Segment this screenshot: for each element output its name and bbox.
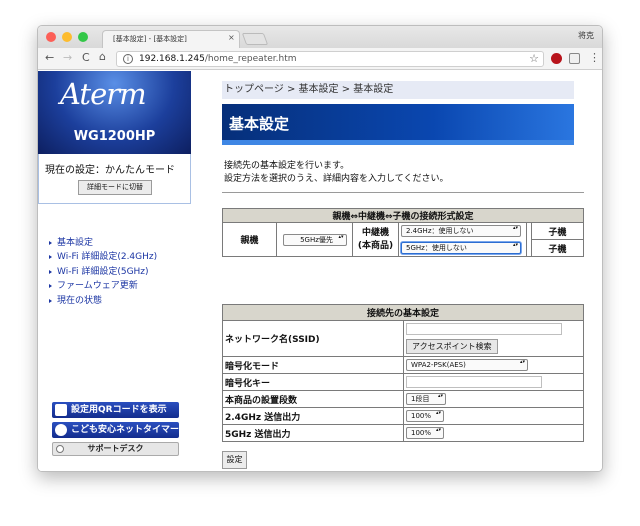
enc-key-label: 暗号化キー xyxy=(222,373,404,391)
switch-detail-mode-button[interactable]: 詳細モードに切替 xyxy=(78,180,152,195)
zoom-window-button[interactable] xyxy=(78,32,88,42)
support-icon xyxy=(56,445,64,453)
parent-priority-select[interactable]: 5GHz優先 xyxy=(282,233,347,246)
menu-item-status[interactable]: 現在の状態 xyxy=(49,294,157,308)
browser-toolbar: ← → C ⌂ i 192.168.1.245/home_repeater.ht… xyxy=(38,48,602,70)
breadcrumb: トップページ > 基本設定 > 基本設定 xyxy=(222,81,574,99)
qr-code-button[interactable]: 設定用QRコードを表示 xyxy=(52,402,179,418)
connection-type-table: 親機⇔中継機⇔子機の接続形式設定 親機 5GHz優先 中継機 (本商品) 2.4G… xyxy=(222,208,584,257)
child-label-2: 子機 xyxy=(531,239,584,257)
new-tab-button[interactable] xyxy=(241,33,269,45)
description: 接続先の基本設定を行います。 設定方法を選択のうえ、詳細内容を入力してください。 xyxy=(224,160,448,186)
url-text: 192.168.1.245/home_repeater.htm xyxy=(139,54,297,64)
ssid-label: ネットワーク名(SSID) xyxy=(222,320,404,357)
title-bar: [基本設定] - [基本設定] × 将克 xyxy=(38,26,602,48)
menu-item-wifi-5[interactable]: Wi-Fi 詳細設定(5GHz) xyxy=(49,265,157,279)
menu-item-firmware[interactable]: ファームウェア更新 xyxy=(49,279,157,293)
address-bar[interactable]: i 192.168.1.245/home_repeater.htm ☆ xyxy=(116,51,544,67)
stage-select[interactable]: 1段目 xyxy=(406,393,446,405)
page-content: Aterm WG1200HP 現在の設定：かんたんモード 詳細モードに切替 基本… xyxy=(38,71,602,471)
profile-name[interactable]: 将克 xyxy=(578,30,594,41)
brand-logo-text: Aterm xyxy=(60,77,147,111)
url-path: /home_repeater.htm xyxy=(204,54,297,64)
qr-icon xyxy=(55,404,67,416)
timer-button-label: こども安心ネットタイマー xyxy=(71,425,180,435)
side-menu: 基本設定 Wi-Fi 詳細設定(2.4GHz) Wi-Fi 詳細設定(5GHz)… xyxy=(49,236,157,308)
output-5-select[interactable]: 100% xyxy=(406,427,444,439)
basic-table-header: 接続先の基本設定 xyxy=(222,304,584,321)
ssid-input[interactable] xyxy=(406,323,562,335)
connection-table-header: 親機⇔中継機⇔子機の接続形式設定 xyxy=(222,208,584,223)
timer-icon xyxy=(55,424,67,436)
divider xyxy=(222,192,584,193)
ublock-extension-icon[interactable] xyxy=(551,53,562,64)
output-5-label: 5GHz 送信出力 xyxy=(222,424,404,442)
kids-timer-button[interactable]: こども安心ネットタイマー xyxy=(52,422,179,438)
support-button-label: サポートデスク xyxy=(87,444,144,453)
sidebar: Aterm WG1200HP 現在の設定：かんたんモード 詳細モードに切替 基本… xyxy=(38,71,191,471)
submit-settings-button[interactable]: 設定 xyxy=(222,451,247,469)
browser-window: [基本設定] - [基本設定] × 将克 ← → C ⌂ i 192.168.1… xyxy=(37,25,603,472)
home-icon[interactable]: ⌂ xyxy=(99,50,106,63)
band-5-select[interactable]: 5GHz：使用しない xyxy=(401,241,521,254)
reload-icon[interactable]: C xyxy=(82,51,90,64)
enc-mode-label: 暗号化モード xyxy=(222,356,404,374)
qr-button-label: 設定用QRコードを表示 xyxy=(71,405,167,415)
info-icon[interactable]: i xyxy=(123,54,133,64)
parent-label: 親機 xyxy=(222,222,277,257)
repeater-label: 中継機 xyxy=(361,227,389,238)
minimize-window-button[interactable] xyxy=(62,32,72,42)
current-mode-label: 現在の設定：かんたんモード xyxy=(45,165,175,176)
aterm-logo: Aterm WG1200HP xyxy=(38,71,191,154)
output-24-select[interactable]: 100% xyxy=(406,410,444,422)
band-24-select[interactable]: 2.4GHz：使用しない xyxy=(401,225,521,238)
menu-item-basic[interactable]: 基本設定 xyxy=(49,236,157,250)
repeater-sublabel: (本商品) xyxy=(357,240,394,251)
chrome-menu-icon[interactable]: ⋮ xyxy=(589,51,600,64)
close-window-button[interactable] xyxy=(46,32,56,42)
back-icon[interactable]: ← xyxy=(45,51,54,64)
model-name: WG1200HP xyxy=(73,129,156,144)
support-desk-button[interactable]: サポートデスク xyxy=(52,442,179,456)
stage-label: 本商品の設置段数 xyxy=(222,390,404,408)
enc-mode-select[interactable]: WPA2-PSK(AES) xyxy=(406,359,528,371)
basic-settings-table: 接続先の基本設定 ネットワーク名(SSID) アクセスポイント検索 暗号化モード… xyxy=(222,304,584,442)
download-extension-icon[interactable] xyxy=(569,53,580,64)
menu-item-wifi-24[interactable]: Wi-Fi 詳細設定(2.4GHz) xyxy=(49,250,157,264)
page-title-bar: 基本設定 xyxy=(222,104,574,145)
page-title: 基本設定 xyxy=(229,115,290,133)
enc-key-input[interactable] xyxy=(406,376,542,388)
ap-search-button[interactable]: アクセスポイント検索 xyxy=(406,339,498,354)
forward-icon[interactable]: → xyxy=(63,51,72,64)
url-host: 192.168.1.245 xyxy=(139,54,205,64)
description-line-2: 設定方法を選択のうえ、詳細内容を入力してください。 xyxy=(224,174,449,184)
browser-tab[interactable]: [基本設定] - [基本設定] × xyxy=(102,30,240,48)
mode-panel: 現在の設定：かんたんモード 詳細モードに切替 xyxy=(38,154,191,204)
tab-close-icon[interactable]: × xyxy=(228,33,235,42)
bookmark-star-icon[interactable]: ☆ xyxy=(529,52,539,65)
child-label-1: 子機 xyxy=(531,222,584,240)
output-24-label: 2.4GHz 送信出力 xyxy=(222,407,404,425)
tab-title: [基本設定] - [基本設定] xyxy=(113,35,187,43)
main-panel: トップページ > 基本設定 > 基本設定 基本設定 接続先の基本設定を行います。… xyxy=(222,71,602,471)
description-line-1: 接続先の基本設定を行います。 xyxy=(224,161,350,171)
